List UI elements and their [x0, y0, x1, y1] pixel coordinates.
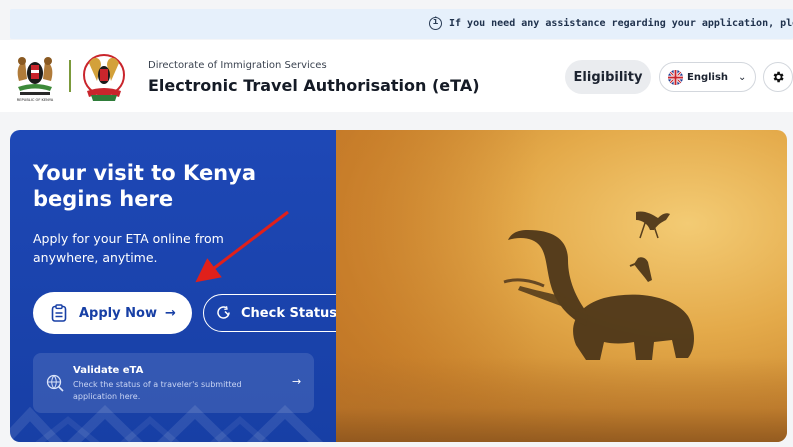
hero-image: [336, 130, 787, 442]
page: If you need any assistance regarding you…: [0, 0, 793, 447]
info-banner: If you need any assistance regarding you…: [10, 9, 793, 39]
check-status-button[interactable]: Check Status →: [203, 294, 336, 332]
eligibility-button[interactable]: Eligibility: [565, 60, 651, 94]
logo-divider: [69, 60, 71, 92]
hero-banner: Your visit to Kenya begins here Apply fo…: [10, 130, 787, 442]
hero-heading: Your visit to Kenya begins here: [33, 161, 256, 211]
decorative-pattern: [10, 405, 324, 442]
refresh-search-icon: [217, 306, 230, 319]
language-select[interactable]: English ⌄: [659, 62, 756, 92]
validate-eta-title: Validate eTA: [73, 365, 144, 376]
clipboard-icon: [51, 304, 67, 322]
banner-text: If you need any assistance regarding you…: [449, 18, 793, 29]
apply-now-label: Apply Now: [79, 305, 157, 321]
apply-now-button[interactable]: Apply Now →: [33, 292, 192, 334]
settings-button[interactable]: [763, 62, 793, 92]
page-title: Electronic Travel Authorisation (eTA): [148, 76, 480, 95]
gear-icon: [773, 71, 784, 83]
hero-subheading: Apply for your ETA online from anywhere,…: [33, 231, 224, 265]
globe-search-icon: [46, 374, 64, 392]
uk-flag-icon: [668, 69, 683, 85]
coat-of-arms-logo: REPUBLIC OF KENYA: [17, 57, 54, 102]
chevron-down-icon: ⌄: [738, 71, 747, 83]
info-icon: [429, 17, 442, 30]
arrow-right-icon: →: [164, 305, 176, 321]
language-label: English: [687, 71, 729, 83]
hero-panel: Your visit to Kenya begins here Apply fo…: [10, 130, 336, 442]
elephant-silhouette: [503, 211, 694, 360]
directorate-label: Directorate of Immigration Services: [148, 60, 327, 71]
check-status-label: Check Status: [241, 305, 336, 321]
immigration-emblem-logo: [83, 54, 125, 101]
arrow-right-icon: →: [292, 375, 302, 388]
coat-caption: REPUBLIC OF KENYA: [17, 98, 54, 102]
